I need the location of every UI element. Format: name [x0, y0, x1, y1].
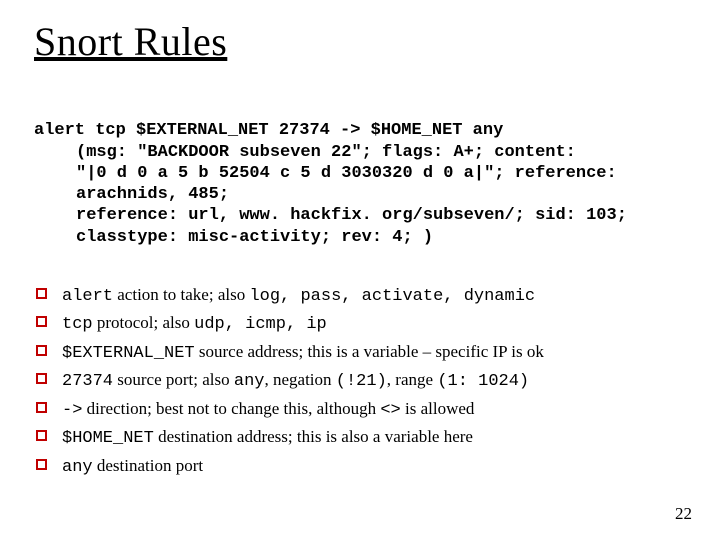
keyword: 27374	[62, 372, 113, 391]
rule-code-block: alert tcp $EXTERNAL_NET 27374 -> $HOME_N…	[34, 99, 686, 248]
code-line-5: classtype: misc-activity; rev: 4; )	[76, 227, 686, 248]
desc-text: source address; this is a variable – spe…	[195, 342, 544, 361]
keyword: any	[62, 458, 93, 477]
mono-text: udp, icmp, ip	[194, 315, 327, 334]
bullet-icon	[36, 430, 47, 441]
bullet-icon	[36, 316, 47, 327]
desc-text: destination address; this is also a vari…	[154, 427, 473, 446]
list-item: 27374 source port; also any, negation (!…	[34, 367, 686, 395]
keyword: ->	[62, 401, 82, 420]
list-item: -> direction; best not to change this, a…	[34, 396, 686, 424]
mono-text: (1: 1024)	[437, 372, 529, 391]
desc-text: direction; best not to change this, alth…	[82, 399, 380, 418]
keyword: alert	[62, 287, 113, 306]
desc-text: source port; also	[113, 370, 234, 389]
code-line-4: reference: url, www. hackfix. org/subsev…	[76, 205, 686, 226]
list-item: $HOME_NET destination address; this is a…	[34, 424, 686, 452]
keyword: $HOME_NET	[62, 429, 154, 448]
page-number: 22	[675, 504, 692, 524]
mono-text: any	[234, 372, 265, 391]
desc-text: action to take; also	[113, 285, 249, 304]
mono-text: <>	[380, 401, 400, 420]
bullet-icon	[36, 373, 47, 384]
bullet-list: alert action to take; also log, pass, ac…	[34, 282, 686, 481]
code-line-1: alert tcp $EXTERNAL_NET 27374 -> $HOME_N…	[34, 121, 503, 140]
bullet-icon	[36, 288, 47, 299]
keyword: tcp	[62, 315, 93, 334]
desc-text: is allowed	[401, 399, 475, 418]
list-item: alert action to take; also log, pass, ac…	[34, 282, 686, 310]
slide-title: Snort Rules	[34, 18, 686, 65]
list-item: tcp protocol; also udp, icmp, ip	[34, 310, 686, 338]
mono-text: (!21)	[336, 372, 387, 391]
bullet-icon	[36, 459, 47, 470]
list-item: any destination port	[34, 453, 686, 481]
keyword: $EXTERNAL_NET	[62, 344, 195, 363]
code-line-3: "|0 d 0 a 5 b 52504 c 5 d 3030320 d 0 a|…	[76, 163, 686, 206]
desc-text: , negation	[264, 370, 335, 389]
code-line-2: (msg: "BACKDOOR subseven 22"; flags: A+;…	[76, 142, 686, 163]
desc-text: , range	[387, 370, 438, 389]
slide: Snort Rules alert tcp $EXTERNAL_NET 2737…	[0, 0, 720, 540]
desc-text: protocol; also	[93, 313, 195, 332]
bullet-icon	[36, 402, 47, 413]
bullet-icon	[36, 345, 47, 356]
mono-text: log, pass, activate, dynamic	[249, 287, 535, 306]
desc-text: destination port	[93, 456, 203, 475]
list-item: $EXTERNAL_NET source address; this is a …	[34, 339, 686, 367]
